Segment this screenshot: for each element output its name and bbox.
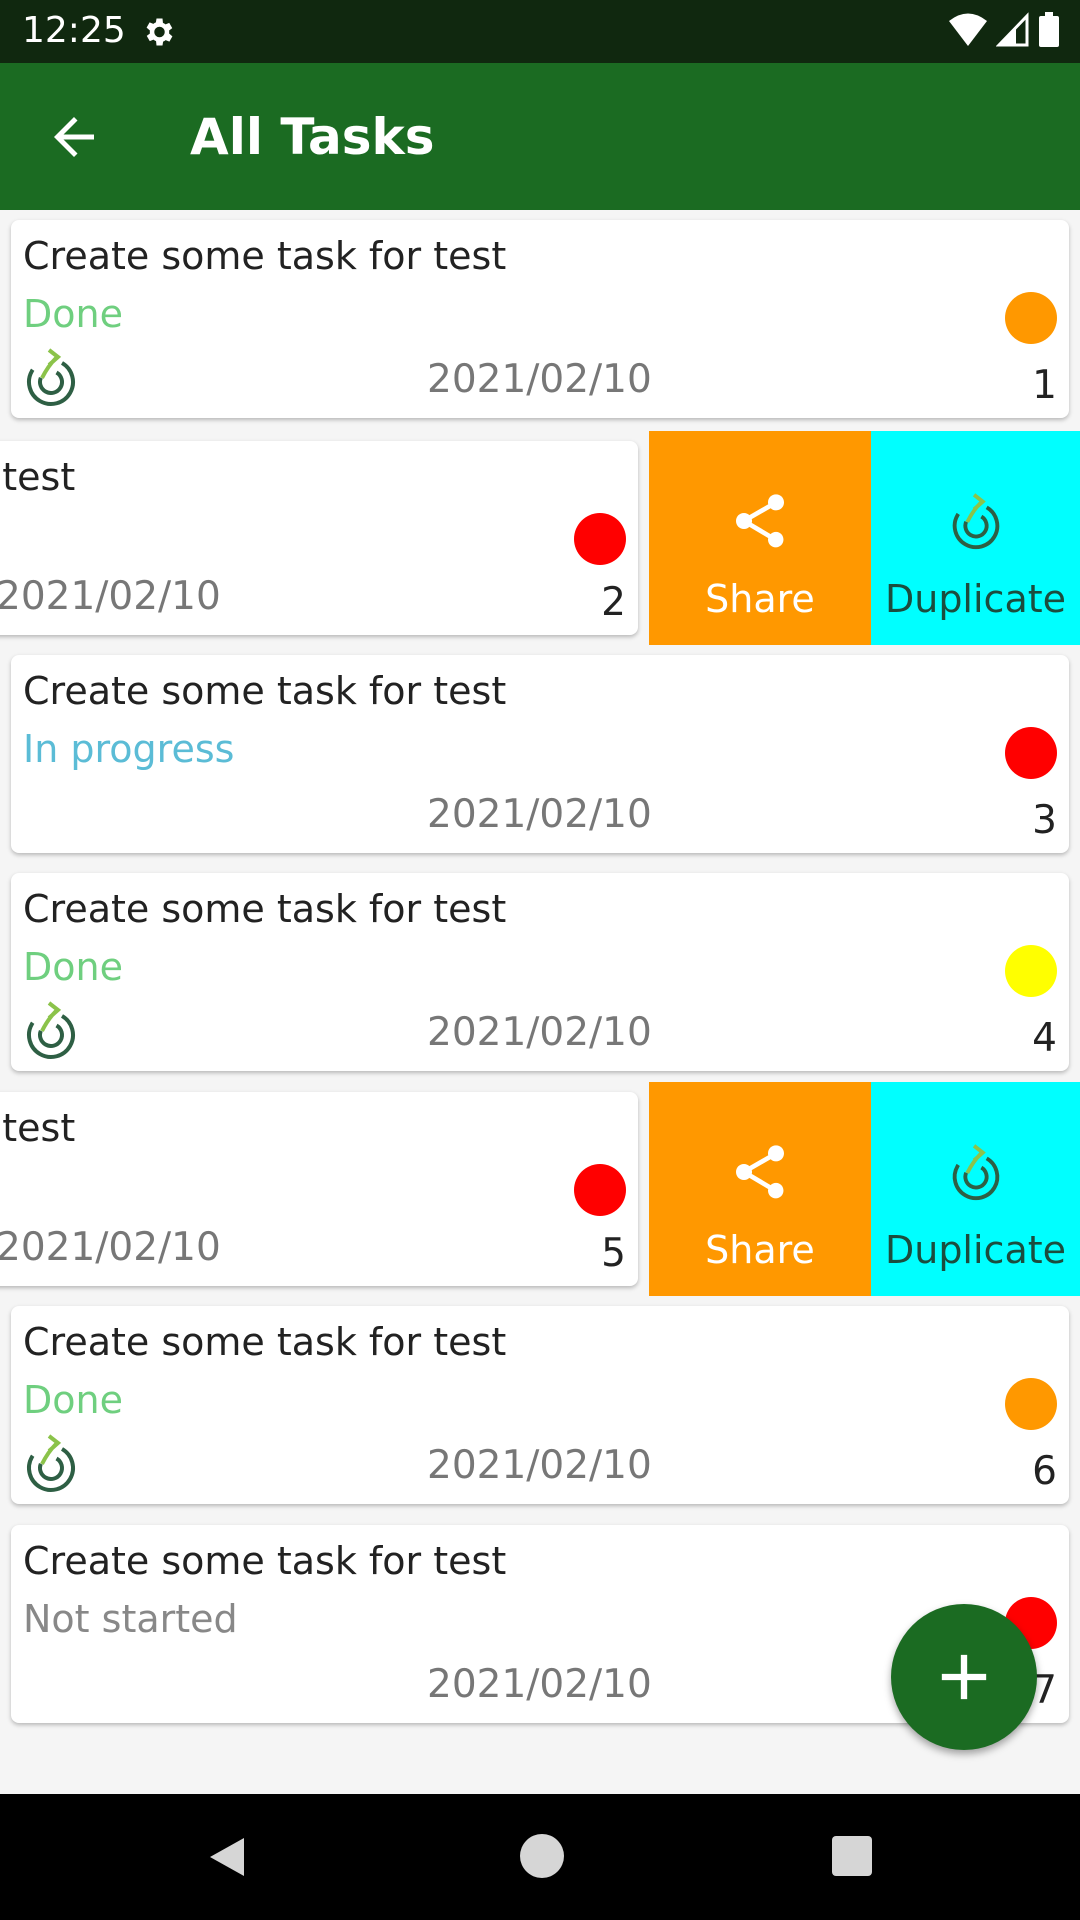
task-title: Create some task for test (23, 1539, 507, 1583)
nav-recents-icon[interactable] (832, 1836, 872, 1876)
task-title: Create some task for test (0, 455, 76, 499)
priority-dot (1005, 292, 1057, 344)
task-row: Create some task for test Done 2021/02/1… (0, 1296, 1080, 1514)
duplicate-label: Duplicate (884, 577, 1067, 621)
share-label: Share (705, 577, 815, 621)
priority-dot (574, 513, 626, 565)
task-title: Create some task for test (23, 669, 507, 713)
task-title: Create some task for test (23, 887, 507, 931)
share-button[interactable]: Share (649, 1082, 871, 1296)
task-title: Create some task for test (0, 1106, 76, 1150)
task-list[interactable]: Create some task for test Done 2021/02/1… (0, 210, 1080, 1794)
share-label: Share (705, 1228, 815, 1272)
duplicate-icon (26, 1434, 75, 1492)
task-number: 2 (601, 580, 626, 625)
task-date: 2021/02/10 (0, 1225, 221, 1270)
duplicate-icon (952, 493, 999, 550)
status-bar: 12:25 (0, 0, 1080, 63)
task-number: 5 (601, 1231, 626, 1276)
duplicate-icon (26, 1001, 75, 1059)
priority-dot (574, 1164, 626, 1216)
task-number: 1 (1032, 363, 1057, 408)
duplicate-icon (26, 348, 75, 407)
share-icon (736, 1145, 784, 1199)
add-task-button[interactable] (891, 1604, 1037, 1750)
priority-dot (1005, 1378, 1057, 1430)
task-date: 2021/02/10 (427, 1010, 652, 1055)
priority-dot (1005, 945, 1057, 997)
task-card[interactable]: Create some task for test Done 2021/02/1… (11, 1306, 1069, 1504)
task-date: 2021/02/10 (427, 1662, 652, 1707)
task-status: Done (23, 945, 123, 989)
task-card[interactable]: Create some task for test Done 2021/02/1… (11, 873, 1069, 1071)
duplicate-icon (952, 1144, 999, 1201)
wifi-icon (949, 13, 987, 46)
task-status: In progress (23, 727, 235, 771)
plus-icon (941, 1654, 987, 1700)
task-row: Create some task for test Done 2021/02/1… (0, 863, 1080, 1081)
system-nav-bar (0, 1794, 1080, 1920)
task-status: Not started (23, 1597, 238, 1641)
task-number: 3 (1032, 798, 1057, 843)
task-date: 2021/02/10 (0, 574, 221, 619)
task-title: Create some task for test (23, 1320, 507, 1364)
battery-icon (1039, 12, 1059, 47)
status-time: 12:25 (22, 10, 126, 51)
task-status: Done (23, 292, 123, 336)
task-date: 2021/02/10 (427, 1443, 652, 1488)
nav-home-icon[interactable] (520, 1834, 564, 1878)
back-arrow-icon[interactable] (44, 107, 104, 167)
share-button[interactable]: Share (649, 431, 871, 645)
task-title: Create some task for test (23, 234, 507, 278)
task-date: 2021/02/10 (427, 357, 652, 402)
task-number: 4 (1032, 1016, 1057, 1061)
task-row: Create some task for test 2021/02/10 2 S… (0, 431, 1080, 645)
status-icons (948, 12, 1060, 48)
task-card[interactable]: Create some task for test 2021/02/10 2 (0, 441, 638, 635)
cell-signal-icon (996, 12, 1029, 47)
task-card[interactable]: Create some task for test In progress 20… (11, 655, 1069, 853)
task-row: Create some task for test Done 2021/02/1… (0, 210, 1080, 428)
nav-back-icon[interactable] (204, 1834, 250, 1880)
task-card[interactable]: Create some task for test Done 2021/02/1… (11, 220, 1069, 418)
task-status: Done (23, 1378, 123, 1422)
settings-gear-icon (146, 18, 173, 46)
task-card[interactable]: Create some task for test 2021/02/10 5 (0, 1092, 638, 1286)
duplicate-label: Duplicate (884, 1228, 1067, 1272)
duplicate-button[interactable]: Duplicate (871, 431, 1080, 645)
priority-dot (1005, 727, 1057, 779)
duplicate-button[interactable]: Duplicate (871, 1082, 1080, 1296)
task-number: 6 (1032, 1449, 1057, 1494)
app-bar: All Tasks (0, 63, 1080, 210)
page-title: All Tasks (190, 108, 435, 166)
task-row: Create some task for test In progress 20… (0, 645, 1080, 863)
task-row: Create some task for test 2021/02/10 5 S… (0, 1082, 1080, 1296)
task-date: 2021/02/10 (427, 792, 652, 837)
share-icon (736, 494, 784, 548)
